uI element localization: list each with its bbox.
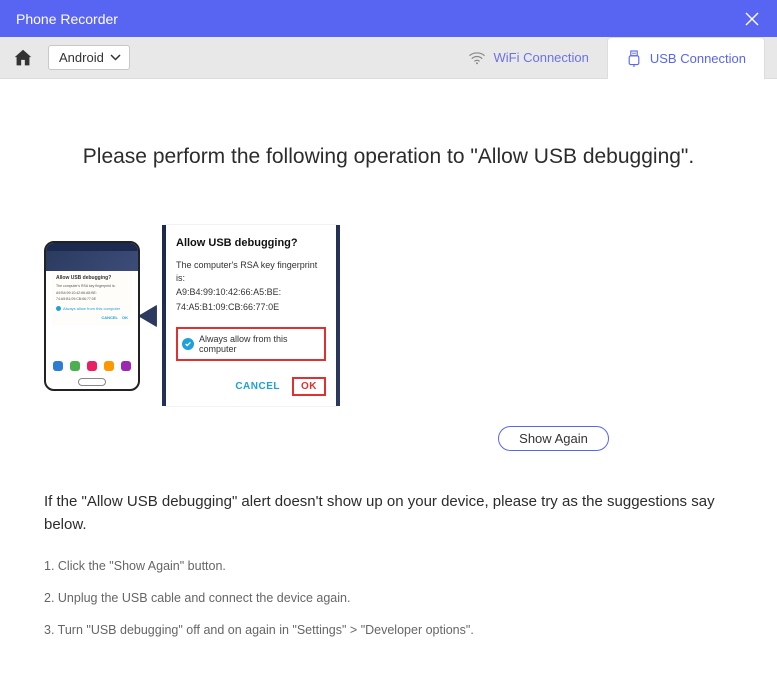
mockup-checkbox-label: Always allow from this computer — [63, 306, 120, 311]
step-1: 1. Click the "Show Again" button. — [44, 556, 733, 576]
wifi-icon — [468, 51, 486, 65]
tab-usb-connection[interactable]: USB Connection — [607, 37, 765, 79]
dialog-ok-highlight: OK — [292, 377, 326, 396]
page-headline: Please perform the following operation t… — [44, 79, 733, 225]
dialog-checkbox-highlight: Always allow from this computer — [176, 327, 326, 361]
dialog-body-1: The computer's RSA key fingerprint is: — [176, 259, 326, 284]
home-icon — [12, 47, 34, 69]
titlebar: Phone Recorder — [0, 0, 777, 37]
mockup-dialog-title: Allow USB debugging? — [56, 275, 128, 282]
phone-mockup: Allow USB debugging? The computer's RSA … — [44, 241, 140, 391]
dialog-title: Allow USB debugging? — [176, 237, 326, 249]
tab-wifi-label: WiFi Connection — [494, 50, 589, 65]
chevron-down-icon — [110, 54, 121, 61]
dialog-body-3: 74:A5:B1:09:CB:66:77:0E — [176, 301, 326, 314]
mockup-cancel: CANCEL — [101, 315, 118, 320]
mockup-dialog-line1: The computer's RSA key fingerprint is: — [56, 284, 128, 289]
content-area: Please perform the following operation t… — [0, 79, 777, 672]
app-title: Phone Recorder — [16, 11, 743, 27]
show-again-button[interactable]: Show Again — [498, 426, 609, 451]
close-icon — [745, 12, 759, 26]
mockup-ok: OK — [122, 315, 128, 320]
mockup-dialog-line2: A9:B4:99:10:42:66:A5:BE: — [56, 291, 128, 296]
tab-wifi-connection[interactable]: WiFi Connection — [450, 37, 607, 78]
arrow-icon — [138, 301, 162, 331]
dialog-zoom: Allow USB debugging? The computer's RSA … — [166, 225, 336, 406]
platform-label: Android — [59, 50, 104, 65]
check-icon — [182, 338, 194, 350]
dialog-body-2: A9:B4:99:10:42:66:A5:BE: — [176, 286, 326, 299]
dialog-cancel: CANCEL — [235, 381, 280, 392]
troubleshoot-steps: 1. Click the "Show Again" button. 2. Unp… — [44, 556, 733, 640]
usb-icon — [626, 50, 642, 68]
close-button[interactable] — [743, 10, 761, 28]
tab-usb-label: USB Connection — [650, 51, 746, 66]
illustration-row: Allow USB debugging? The computer's RSA … — [44, 225, 733, 406]
step-3: 3. Turn "USB debugging" off and on again… — [44, 620, 733, 640]
dialog-checkbox-label: Always allow from this computer — [199, 334, 320, 354]
home-button[interactable] — [12, 47, 34, 69]
subheading: If the "Allow USB debugging" alert doesn… — [44, 491, 733, 536]
toolbar: Android WiFi Connection USB Connection — [0, 37, 777, 79]
mockup-dialog-line3: 74:A5:B1:09:CB:66:77:0E — [56, 297, 128, 302]
connection-tabs: WiFi Connection USB Connection — [450, 37, 766, 78]
step-2: 2. Unplug the USB cable and connect the … — [44, 588, 733, 608]
platform-select[interactable]: Android — [48, 45, 130, 70]
